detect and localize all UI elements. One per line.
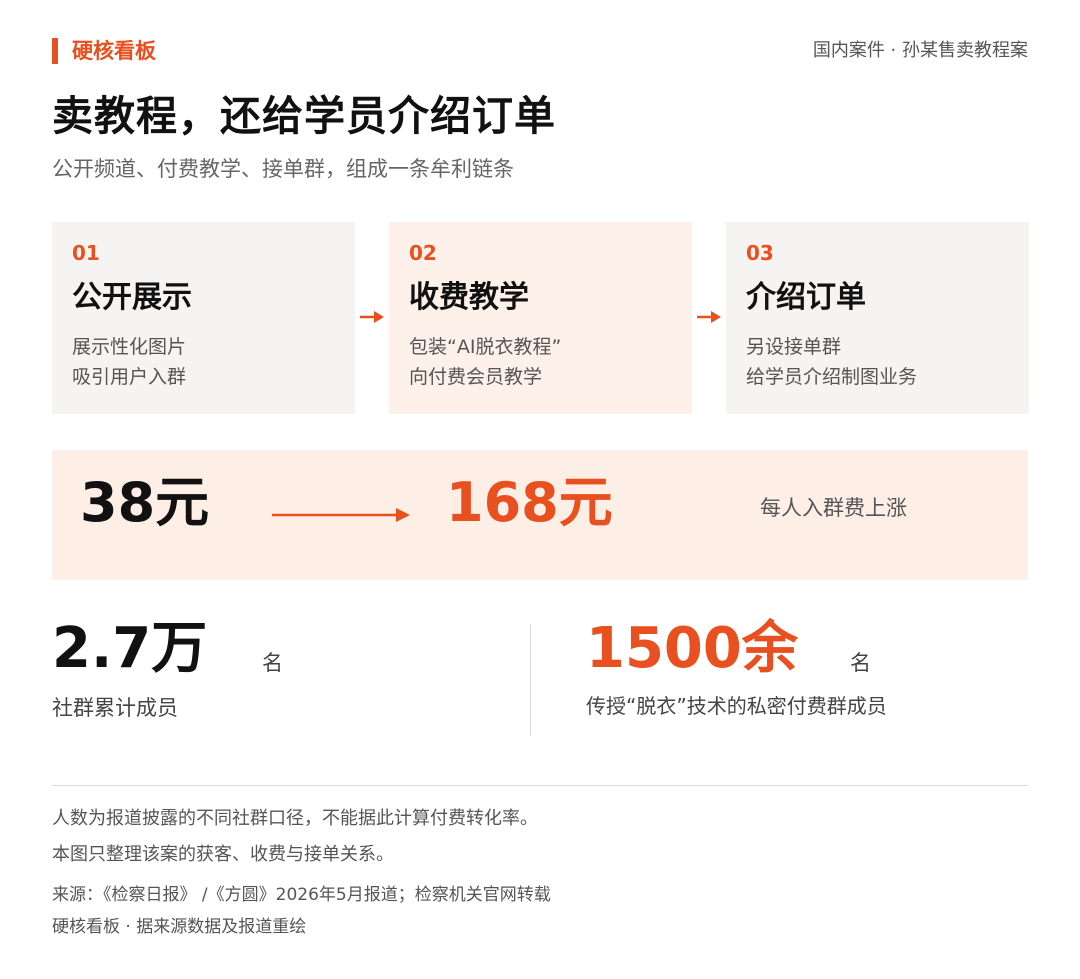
stat-unit: 名 — [850, 651, 871, 675]
arrow-right-icon — [360, 311, 384, 323]
price-note: 每人入群费上涨 — [760, 496, 907, 520]
section-divider — [52, 785, 1028, 786]
step-number: 02 — [409, 241, 437, 265]
step-number: 01 — [72, 241, 100, 265]
stat-desc-members: 社群累计成员 — [52, 696, 178, 720]
step-card-1: 01 公开展示 展示性化图片 吸引用户入群 — [52, 222, 355, 414]
page-subtitle: 公开频道、付费教学、接单群，组成一条牟利链条 — [52, 157, 514, 181]
step-card-2: 02 收费教学 包装“AI脱衣教程” 向付费会员教学 — [389, 222, 692, 414]
stat-desc-paid-members: 传授“脱衣”技术的私密付费群成员 — [586, 694, 887, 718]
step-line: 包装“AI脱衣教程” — [409, 336, 562, 358]
stat-unit: 名 — [262, 651, 283, 675]
step-number: 03 — [746, 241, 774, 265]
step-line: 展示性化图片 — [72, 336, 187, 358]
footer-credit: 硬核看板 · 据来源数据及报道重绘 — [52, 917, 307, 937]
brand-label: 硬核看板 — [72, 39, 156, 63]
brand-accent-bar — [52, 38, 58, 64]
arrow-right-icon — [272, 508, 410, 522]
note-line: 本图只整理该案的获客、收费与接单关系。 — [52, 844, 394, 865]
source-line: 来源：《检察日报》 /《方圆》2026年5月报道；检察机关官网转载 — [52, 885, 551, 905]
step-title: 收费教学 — [409, 280, 529, 315]
stat-value-paid-members: 1500余 — [586, 616, 798, 681]
price-new: 168元 — [446, 471, 613, 534]
step-line: 给学员介绍制图业务 — [746, 366, 918, 388]
stat-divider — [530, 624, 531, 736]
step-line: 另设接单群 — [746, 336, 842, 358]
price-old: 38元 — [80, 471, 210, 534]
step-title: 介绍订单 — [746, 280, 866, 315]
note-line: 人数为报道披露的不同社群口径，不能据此计算付费转化率。 — [52, 808, 538, 829]
step-title: 公开展示 — [72, 280, 192, 315]
step-line: 向付费会员教学 — [409, 366, 543, 388]
arrow-right-icon — [697, 311, 721, 323]
stat-value-members: 2.7万 — [52, 616, 208, 681]
case-label: 国内案件 · 孙某售卖教程案 — [812, 40, 1028, 61]
step-card-3: 03 介绍订单 另设接单群 给学员介绍制图业务 — [726, 222, 1029, 414]
step-line: 吸引用户入群 — [72, 366, 187, 388]
page-title: 卖教程，还给学员介绍订单 — [52, 92, 556, 140]
